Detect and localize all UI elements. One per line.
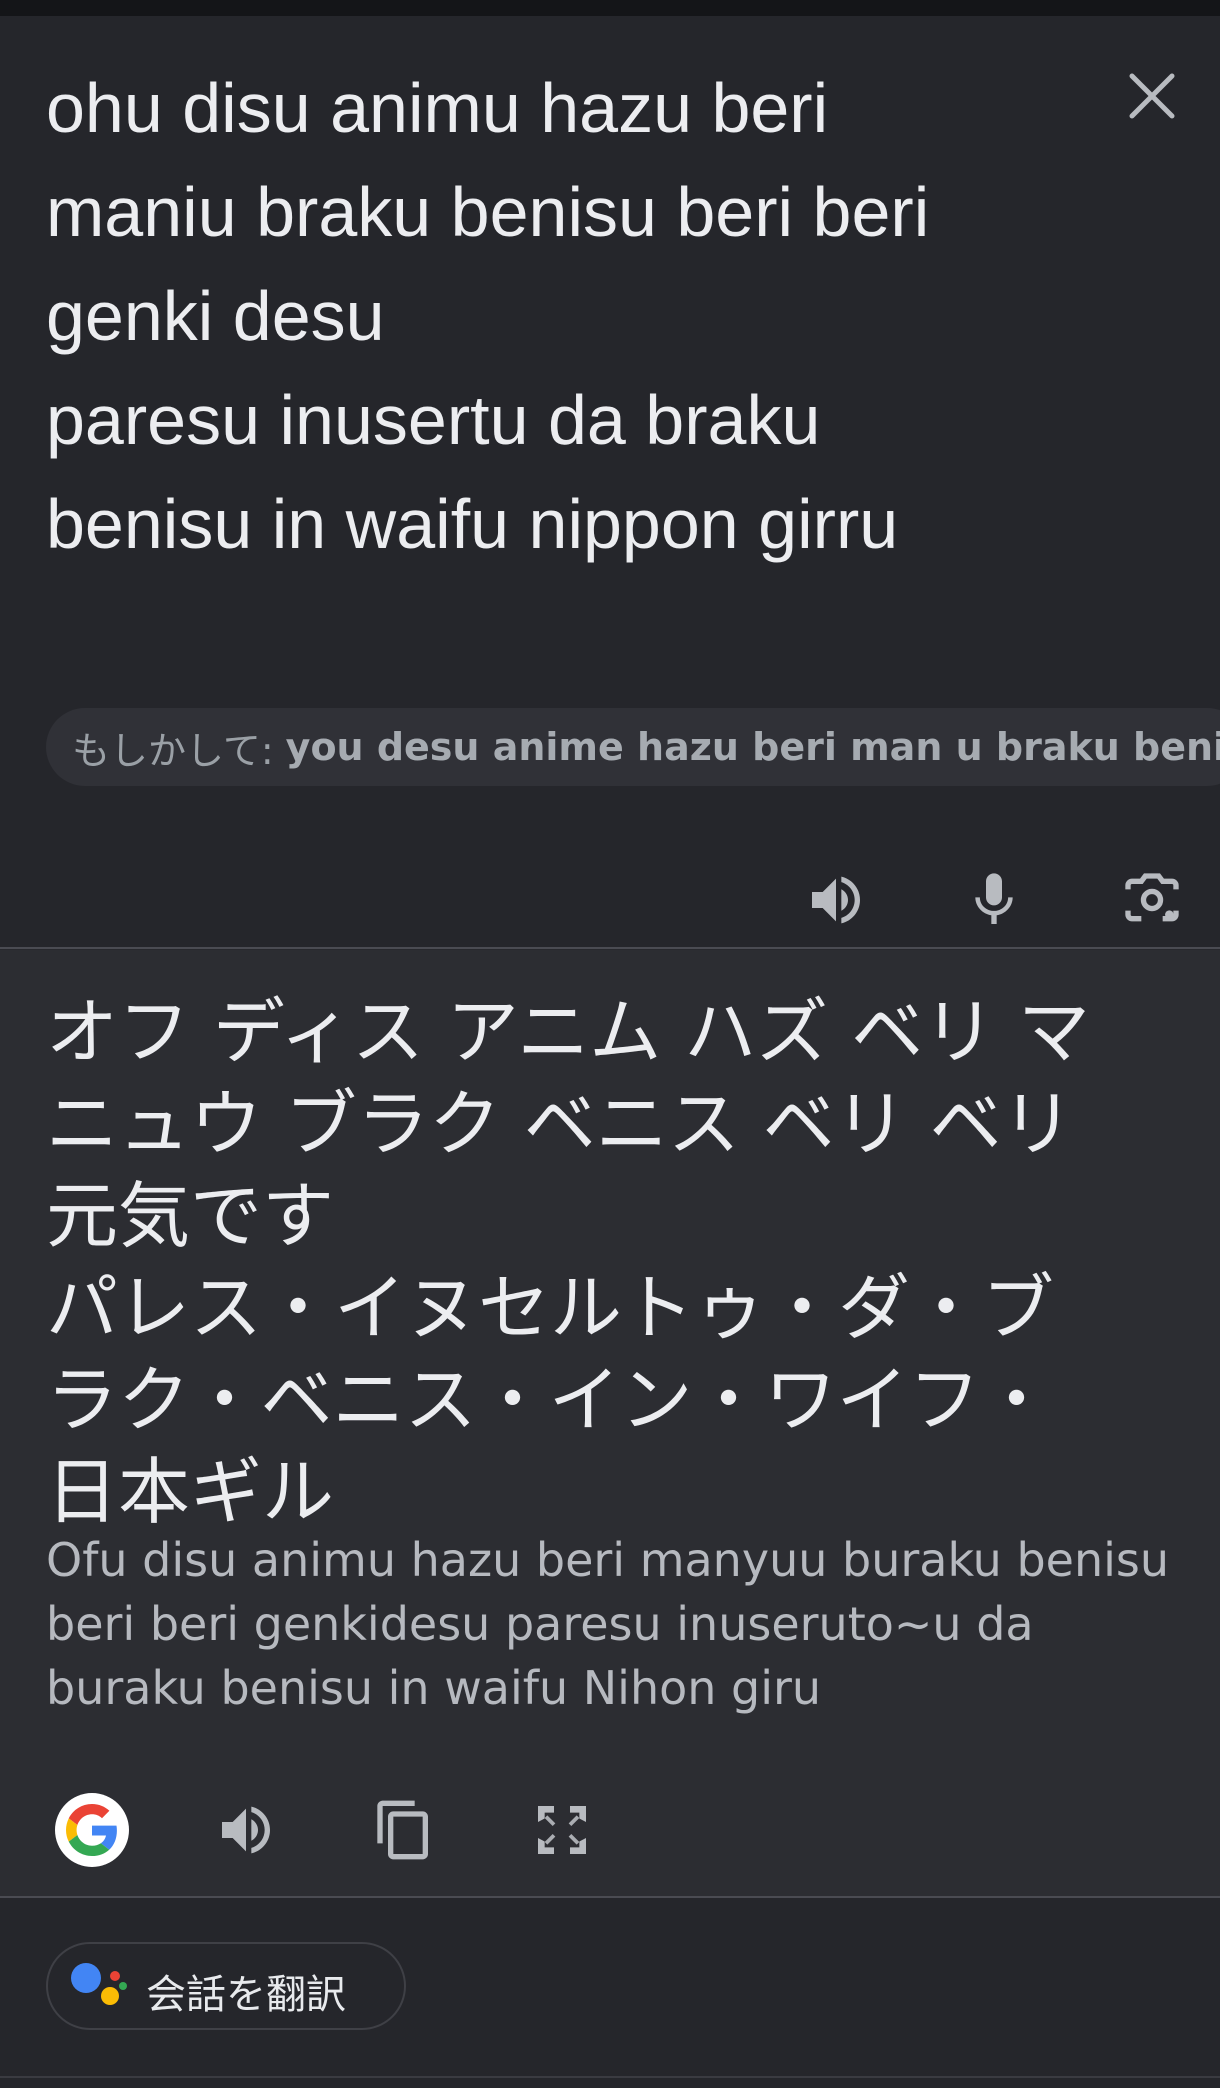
source-text-input[interactable]: ohu disu animu hazu beri maniu braku ben… [46, 56, 1096, 576]
translation-romanization: Ofu disu animu hazu beri manyuu buraku b… [46, 1533, 1170, 1715]
voice-input-button[interactable] [956, 862, 1032, 938]
bottom-bar: 会話を翻訳 [0, 1898, 1220, 2088]
camera-translate-button[interactable] [1114, 862, 1190, 938]
close-icon [1129, 73, 1175, 119]
listen-translation-button[interactable] [206, 1790, 286, 1870]
source-panel: ohu disu animu hazu beri maniu braku ben… [0, 16, 1220, 948]
google-search-button[interactable] [52, 1790, 132, 1870]
speaker-icon [812, 876, 860, 924]
translation-panel: オフ ディス アニム ハズ ベリ マ ニュウ ブラク ベニス ベリ ベリ 元気で… [0, 950, 1220, 1896]
copy-translation-button[interactable] [364, 1790, 444, 1870]
assistant-icon [71, 1963, 127, 2005]
translation-text: オフ ディス アニム ハズ ベリ マ ニュウ ブラク ベニス ベリ ベリ 元気で… [46, 990, 1090, 1534]
fullscreen-button[interactable] [522, 1790, 602, 1870]
microphone-icon [975, 873, 1013, 924]
did-you-mean-suggestion: you desu anime hazu beri man u braku ben… [285, 725, 1220, 769]
speaker-icon [222, 1806, 270, 1854]
bottom-divider [0, 2076, 1220, 2078]
status-bar [0, 0, 1220, 16]
did-you-mean-label: もしかして: [72, 728, 274, 773]
panel-divider [0, 947, 1220, 949]
copy-icon [377, 1800, 428, 1860]
translate-conversation-label: 会話を翻訳 [146, 1972, 346, 2018]
listen-source-button[interactable] [798, 862, 874, 938]
camera-icon [1125, 873, 1179, 922]
did-you-mean-chip[interactable]: もしかして: you desu anime hazu beri man u br… [46, 708, 1220, 786]
google-logo [55, 1793, 129, 1867]
translate-conversation-button[interactable]: 会話を翻訳 [46, 1942, 406, 2030]
clear-input-button[interactable] [1122, 66, 1182, 126]
fullscreen-icon [538, 1806, 586, 1854]
